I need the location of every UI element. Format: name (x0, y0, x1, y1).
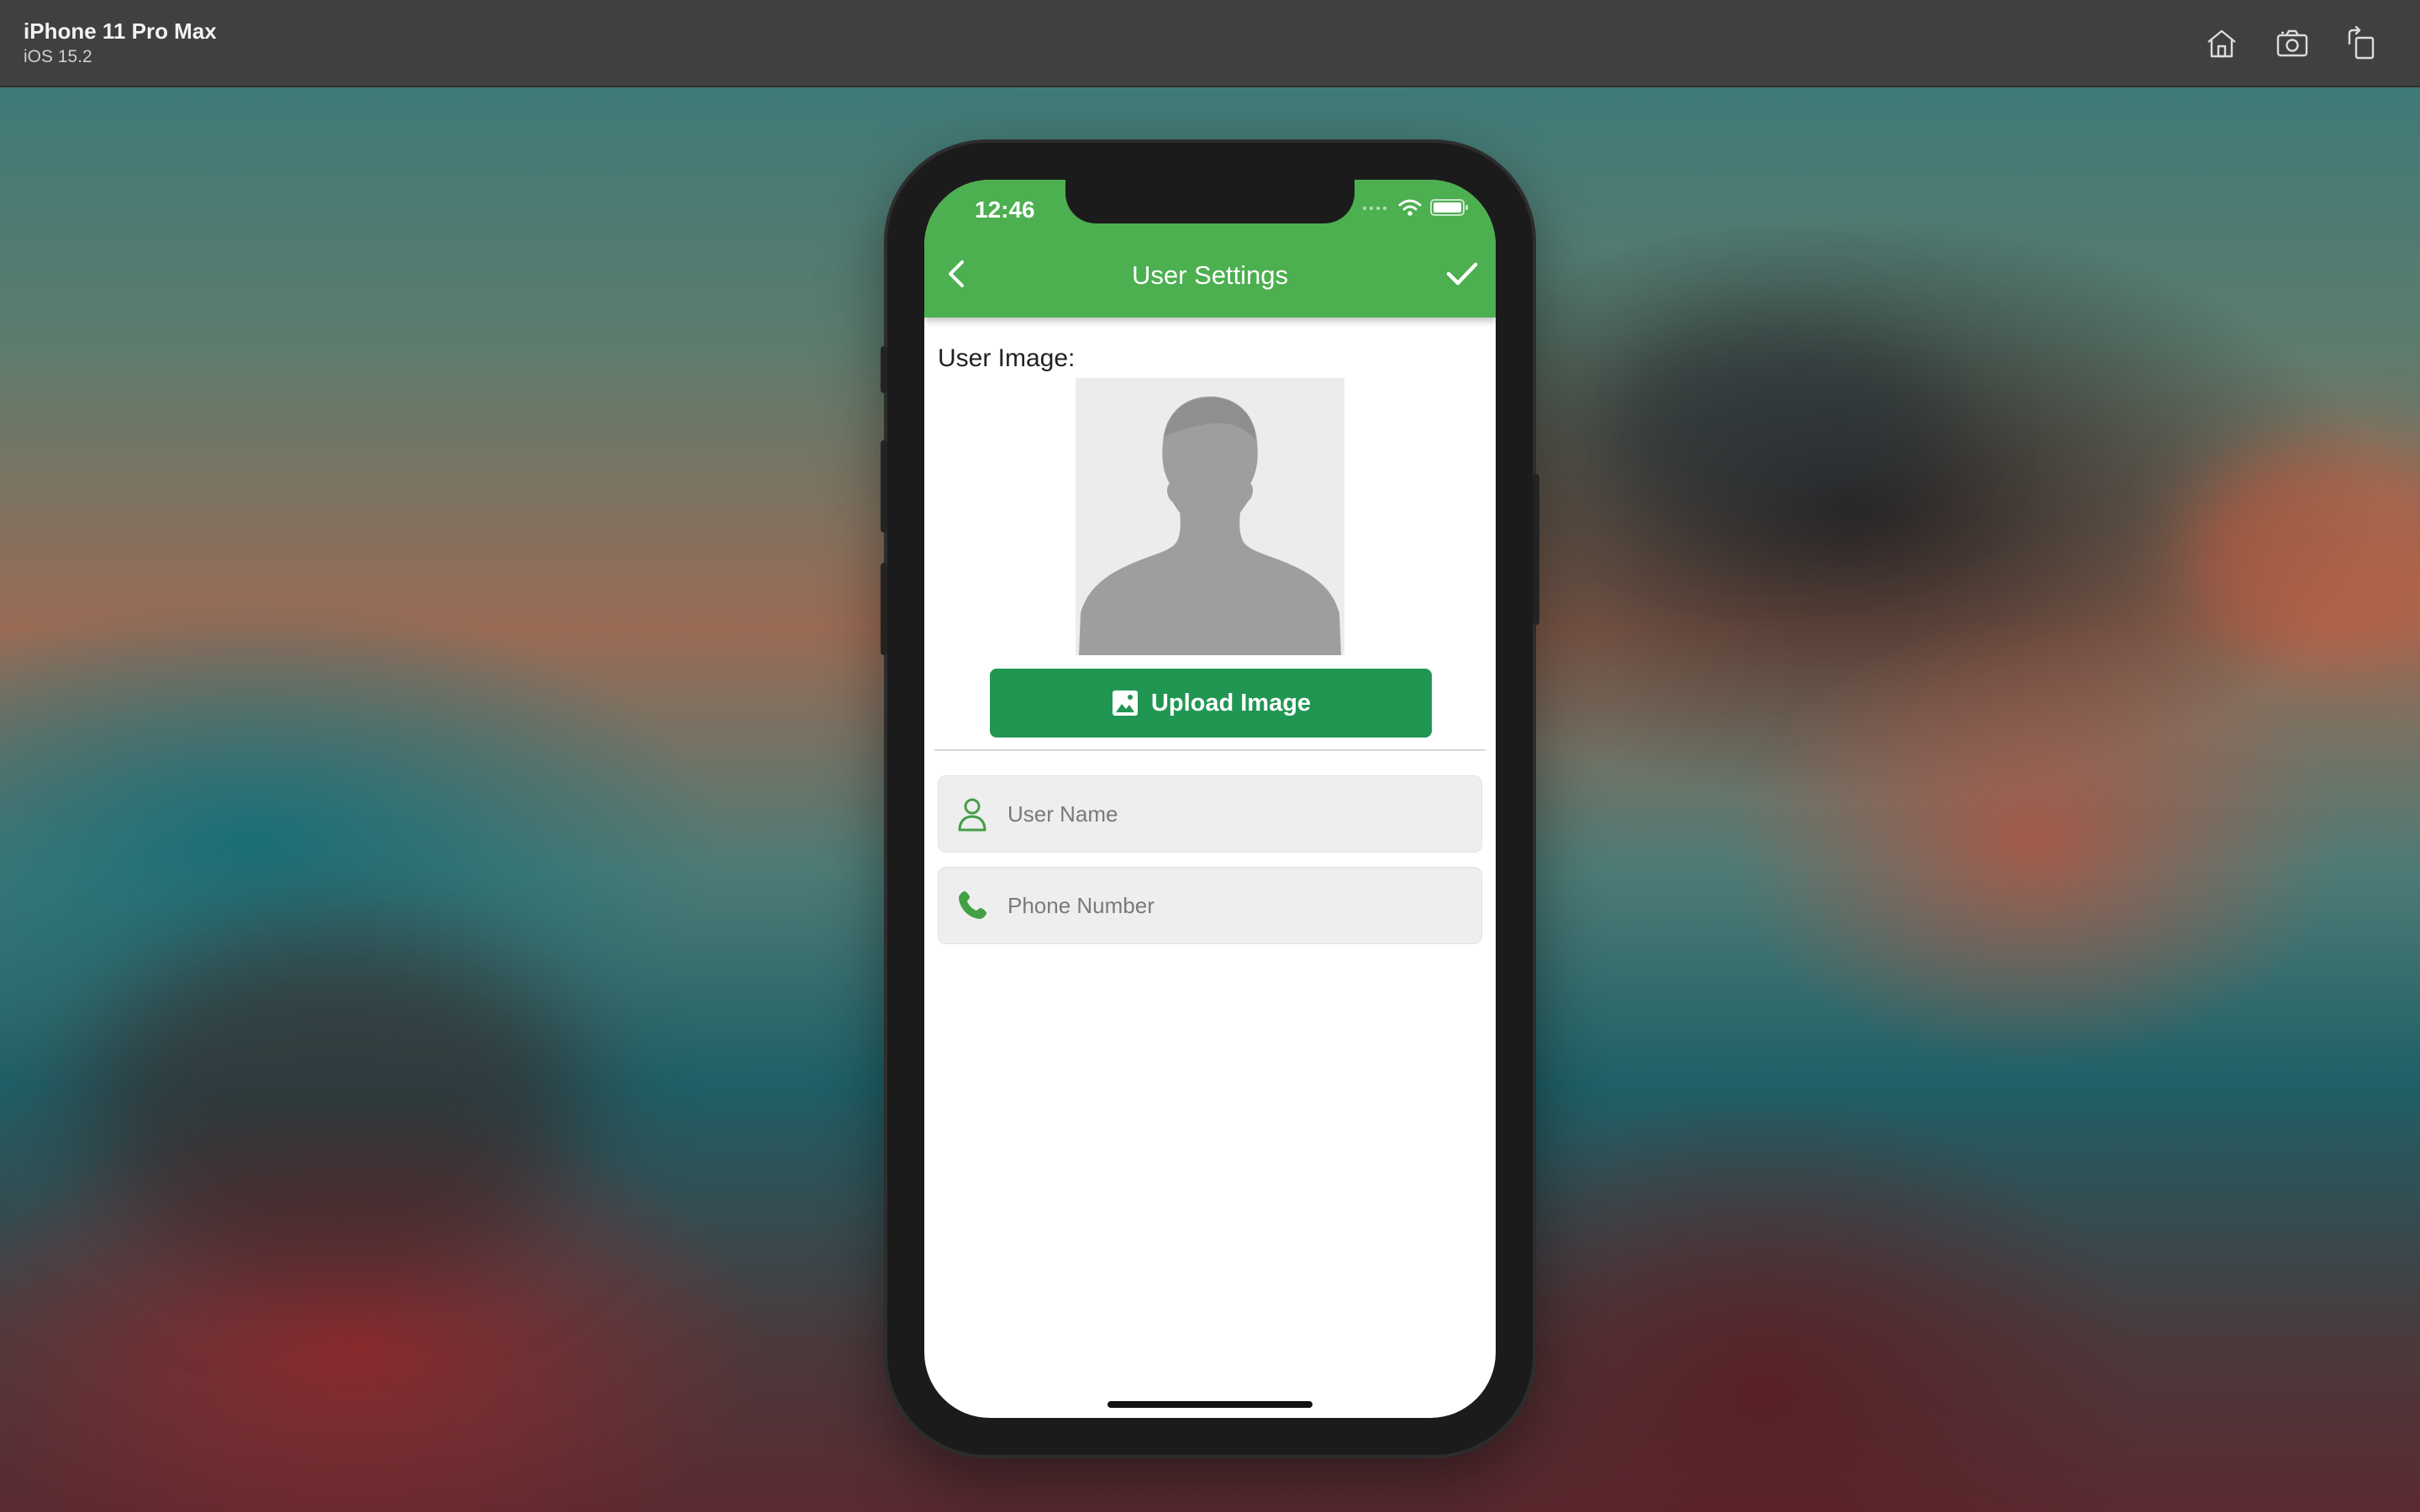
signal-icon (1362, 206, 1387, 211)
rotate-icon (2348, 25, 2375, 60)
user-name-input[interactable] (1006, 800, 1481, 828)
volume-up-button (881, 440, 887, 533)
phone-number-field[interactable] (938, 867, 1482, 944)
screenshot-button[interactable] (2272, 24, 2312, 64)
screenshot-icon (2276, 29, 2308, 57)
user-name-field[interactable] (938, 775, 1482, 853)
notch (1065, 180, 1355, 223)
user-avatar-image (1076, 378, 1344, 655)
power-button (1533, 474, 1539, 625)
os-version: iOS 15.2 (24, 47, 92, 66)
mute-switch (881, 346, 887, 393)
person-icon (955, 797, 989, 832)
home-icon (2207, 29, 2236, 58)
avatar-silhouette-icon (1079, 396, 1341, 655)
volume-down-button (881, 563, 887, 655)
upload-image-label: Upload Image (1150, 689, 1312, 717)
image-icon (1112, 690, 1138, 716)
home-indicator (1107, 1401, 1313, 1408)
checkmark-icon (1446, 262, 1478, 286)
rotate-button[interactable] (2341, 24, 2381, 64)
status-icons (1361, 198, 1469, 217)
phone-icon (955, 889, 989, 922)
phone-frame: 12:46 User Settings User Image: Upload I… (881, 143, 1539, 1455)
phone-screen: 12:46 User Settings User Image: Upload I… (924, 180, 1496, 1418)
simulator-titlebar: iPhone 11 Pro Max iOS 15.2 (0, 0, 2420, 87)
phone-number-input[interactable] (1006, 891, 1481, 920)
page-title: User Settings (1131, 260, 1289, 290)
user-image-label: User Image: (938, 344, 1076, 372)
wifi-icon (1398, 199, 1422, 216)
section-divider (934, 749, 1486, 751)
save-button[interactable] (1444, 257, 1481, 291)
upload-image-button[interactable]: Upload Image (990, 669, 1432, 738)
status-time: 12:46 (975, 197, 1035, 223)
battery-icon (1430, 199, 1468, 216)
device-name: iPhone 11 Pro Max (24, 18, 217, 44)
home-button[interactable] (2202, 24, 2242, 64)
